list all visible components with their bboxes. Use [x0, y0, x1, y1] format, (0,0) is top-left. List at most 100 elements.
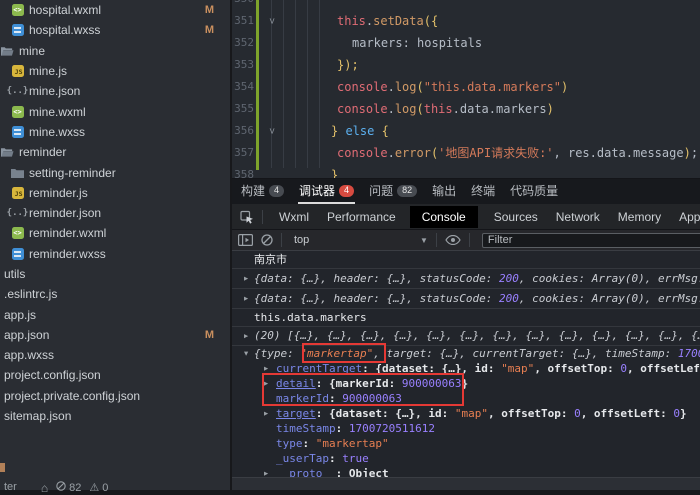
token: "map": [455, 407, 488, 420]
devtools-tab-appdata[interactable]: AppData: [677, 206, 700, 228]
panel-tab-调试器[interactable]: 调试器4: [298, 179, 355, 204]
expand-arrow-icon[interactable]: ▶: [244, 327, 248, 345]
code-line[interactable]: 350: [232, 0, 700, 10]
fold-gutter: [262, 54, 280, 76]
token: 900000063: [402, 377, 462, 390]
tree-row-type[interactable]: type: "markertap": [232, 436, 700, 451]
code-line[interactable]: 351>this.setData({: [232, 10, 700, 32]
tree-row-timeStamp[interactable]: timeStamp: 1700720511612: [232, 421, 700, 436]
file-row[interactable]: <>reminder.wxml: [0, 223, 230, 243]
tree-row-currentTarget[interactable]: ▶currentTarget: {dataset: {…}, id: "map"…: [232, 361, 700, 376]
token: console: [337, 102, 388, 116]
file-row[interactable]: reminder: [0, 142, 230, 162]
modified-badge: M: [205, 329, 214, 341]
expand-arrow-icon[interactable]: ▶: [244, 289, 248, 308]
file-row[interactable]: JSreminder.js: [0, 183, 230, 203]
file-row[interactable]: mine: [0, 41, 230, 61]
file-row[interactable]: project.config.json: [0, 365, 230, 385]
token: {type:: [254, 347, 300, 360]
tree-row-target[interactable]: ▶target: {dataset: {…}, id: "map", offse…: [232, 406, 700, 421]
console-object-row[interactable]: ▶{data: {…}, header: {…}, statusCode: 20…: [232, 269, 700, 289]
token: (20) [{…}, {…}, {…}, {…}, {…}, {…}, {…},…: [254, 329, 700, 342]
devtools-tab-performance[interactable]: Performance: [325, 206, 398, 228]
error-status[interactable]: 82: [56, 481, 81, 494]
panel-tab-问题[interactable]: 问题82: [368, 179, 418, 204]
devtools-tab-memory[interactable]: Memory: [616, 206, 663, 228]
file-row[interactable]: mine.wxss: [0, 122, 230, 142]
json-icon: {..}: [11, 85, 24, 97]
devtools-tab-sources[interactable]: Sources: [492, 206, 540, 228]
console-log-row[interactable]: 南京市: [232, 251, 700, 269]
code-line[interactable]: 356>} else {: [232, 120, 700, 142]
object-preview-row[interactable]: ▼{type: "markertap", target: {…}, curren…: [232, 346, 700, 361]
code-line[interactable]: 355console.log(this.data.markers): [232, 98, 700, 120]
tree-row-detail[interactable]: ▶detail: {markerId: 900000063}: [232, 376, 700, 391]
file-row[interactable]: app.jsonM: [0, 325, 230, 345]
file-row[interactable]: project.private.config.json: [0, 386, 230, 406]
file-row[interactable]: sitemap.json: [0, 406, 230, 426]
file-row[interactable]: <>mine.wxml: [0, 101, 230, 121]
token: "markertap": [316, 437, 389, 450]
warning-status[interactable]: ⚠ 0: [89, 481, 108, 494]
expand-arrow-icon[interactable]: ▶: [264, 361, 268, 376]
panel-tab-代码质量[interactable]: 代码质量: [509, 179, 559, 204]
file-label: reminder.wxss: [29, 247, 106, 261]
property-key: currentTarget: [276, 362, 362, 375]
collapse-arrow-icon[interactable]: ▼: [244, 346, 248, 361]
code-line[interactable]: 358}: [232, 164, 700, 178]
filter-input[interactable]: [482, 233, 700, 248]
eye-icon[interactable]: [445, 235, 461, 245]
console-footer[interactable]: [232, 477, 700, 490]
code-line[interactable]: 357console.error('地图API请求失败:', res.data.…: [232, 142, 700, 164]
token: {dataset: {…}, id:: [375, 362, 501, 375]
file-label: setting-reminder: [29, 166, 116, 180]
panel-tab-构建[interactable]: 构建4: [240, 179, 285, 204]
code-line[interactable]: 354console.log("this.data.markers"): [232, 76, 700, 98]
devtools-tab-network[interactable]: Network: [554, 206, 602, 228]
file-row[interactable]: app.js: [0, 304, 230, 324]
file-row[interactable]: setting-reminder: [0, 162, 230, 182]
fold-chevron-icon[interactable]: >: [262, 10, 280, 32]
expand-arrow-icon[interactable]: ▶: [244, 269, 248, 288]
devtools-tab-wxml[interactable]: Wxml: [277, 206, 311, 228]
wxss-icon: [11, 248, 24, 260]
console-log-row[interactable]: this.data.markers: [232, 309, 700, 327]
tree-row-_userTap[interactable]: _userTap: true: [232, 451, 700, 466]
fold-chevron-icon[interactable]: >: [262, 120, 280, 142]
file-row[interactable]: <>hospital.wxmlM: [0, 0, 230, 20]
code-line[interactable]: 353});: [232, 54, 700, 76]
expand-sidebar-icon[interactable]: [238, 234, 253, 246]
file-label: app.js: [4, 308, 36, 322]
expand-arrow-icon[interactable]: ▶: [264, 406, 268, 421]
expand-arrow-icon[interactable]: ▶: [264, 376, 268, 391]
context-dropdown[interactable]: top: [294, 234, 412, 246]
token: ): [547, 102, 554, 116]
panel-tab-终端[interactable]: 终端: [470, 179, 496, 204]
file-row[interactable]: .eslintrc.js: [0, 284, 230, 304]
file-row[interactable]: app.wxss: [0, 345, 230, 365]
panel-tab-输出[interactable]: 输出: [431, 179, 457, 204]
tab-badge: 4: [339, 185, 354, 197]
console-object-row[interactable]: ▶{data: {…}, header: {…}, statusCode: 20…: [232, 289, 700, 309]
inspect-element-icon[interactable]: [240, 210, 254, 224]
devtools-tab-bar: Wxml Performance Console Sources Network Memo…: [232, 204, 700, 230]
home-icon[interactable]: ⌂: [41, 481, 48, 495]
chevron-down-icon[interactable]: ▼: [420, 236, 428, 245]
code-line[interactable]: 352markers: hospitals: [232, 32, 700, 54]
file-row[interactable]: utils: [0, 264, 230, 284]
token: }: [680, 407, 687, 420]
file-row[interactable]: reminder.wxss: [0, 244, 230, 264]
file-row[interactable]: {..}mine.json: [0, 81, 230, 101]
tree-row-markerId[interactable]: markerId: 900000063: [232, 391, 700, 406]
token: 900000063: [342, 392, 402, 405]
file-row[interactable]: JSmine.js: [0, 61, 230, 81]
code-editor[interactable]: 350351>this.setData({352markers: hospita…: [232, 0, 700, 178]
file-row[interactable]: hospital.wxssM: [0, 20, 230, 40]
token: else: [345, 124, 374, 138]
console-object-row[interactable]: ▶ (20) [{…}, {…}, {…}, {…}, {…}, {…}, {…}…: [232, 327, 700, 346]
devtools-tab-console[interactable]: Console: [410, 206, 478, 228]
file-label: sitemap.json: [4, 409, 71, 423]
clear-console-icon[interactable]: [261, 234, 273, 246]
file-row[interactable]: {..}reminder.json: [0, 203, 230, 223]
token: "map": [501, 362, 534, 375]
